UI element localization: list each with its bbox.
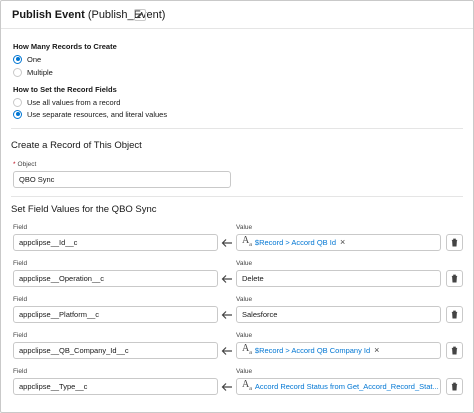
value-input[interactable]: Delete xyxy=(236,270,441,287)
field-label: Field xyxy=(13,368,28,375)
text-resource-icon: Aa xyxy=(242,343,252,356)
value-label: Value xyxy=(236,260,253,267)
value-label: Value xyxy=(236,296,253,303)
value-label: Value xyxy=(236,368,253,375)
element-label: Publish Event xyxy=(12,9,85,21)
text-resource-icon: Aa xyxy=(242,379,252,392)
field-value: appclipse__Id__c xyxy=(19,238,78,247)
edit-button[interactable] xyxy=(134,9,146,21)
arrow-left-icon xyxy=(221,347,232,355)
field-input[interactable]: appclipse__Operation__c xyxy=(13,270,218,287)
field-value: appclipse__Operation__c xyxy=(19,274,105,283)
field-value: appclipse__QB_Company_Id__c xyxy=(19,346,129,355)
trash-icon xyxy=(451,346,458,355)
field-input[interactable]: appclipse__Id__c xyxy=(13,234,218,251)
field-input[interactable]: appclipse__QB_Company_Id__c xyxy=(13,342,218,359)
radio-all-values[interactable]: Use all values from a record xyxy=(13,97,120,107)
radio-button[interactable] xyxy=(13,67,22,77)
delete-row-button[interactable] xyxy=(446,306,463,323)
radio-label: Use all values from a record xyxy=(27,97,121,107)
radio-label: One xyxy=(27,54,42,64)
delete-row-button[interactable] xyxy=(446,234,463,251)
delete-row-button[interactable] xyxy=(446,378,463,395)
field-values-title: Set Field Values for the QBO Sync xyxy=(11,204,157,215)
field-label: Field xyxy=(13,260,28,267)
editor-header: Publish Event (Publish_Event) xyxy=(1,1,473,29)
records-count-label: How Many Records to Create xyxy=(13,42,117,51)
value-input[interactable]: Aa $Record > Accord QB Id × xyxy=(236,234,441,251)
arrow-left-icon xyxy=(221,275,232,283)
delete-row-button[interactable] xyxy=(446,342,463,359)
create-record-title: Create a Record of This Object xyxy=(11,140,142,151)
delete-row-button[interactable] xyxy=(446,270,463,287)
text-resource-icon: Aa xyxy=(242,235,252,248)
literal-value: Delete xyxy=(242,274,264,283)
close-icon[interactable]: × xyxy=(374,346,379,355)
literal-value: Salesforce xyxy=(242,310,278,319)
radio-label: Multiple xyxy=(27,67,53,77)
field-input[interactable]: appclipse__Type__c xyxy=(13,378,218,395)
close-icon[interactable]: × xyxy=(340,238,345,247)
arrow-left-icon xyxy=(221,239,232,247)
element-api-name: (Publish_Event) xyxy=(87,9,166,21)
radio-button[interactable] xyxy=(13,54,22,64)
resource-value: Accord Record Status from Get_Accord_Rec… xyxy=(254,382,439,391)
divider xyxy=(11,128,463,129)
trash-icon xyxy=(451,238,458,247)
radio-one[interactable]: One xyxy=(13,54,41,64)
trash-icon xyxy=(451,382,458,391)
field-label: Field xyxy=(13,332,28,339)
radio-multiple[interactable]: Multiple xyxy=(13,67,53,77)
object-input[interactable]: QBO Sync xyxy=(13,171,231,188)
resource-pill[interactable]: Aa $Record > Accord QB Company Id × xyxy=(242,343,379,358)
value-input[interactable]: Aa Accord Record Status from Get_Accord_R… xyxy=(236,378,441,395)
pencil-icon xyxy=(136,12,143,19)
resource-pill[interactable]: Aa Accord Record Status from Get_Accord_R… xyxy=(242,379,440,394)
divider xyxy=(11,196,463,197)
field-value: appclipse__Type__c xyxy=(19,382,88,391)
resource-value: $Record > Accord QB Company Id xyxy=(254,346,371,355)
value-input[interactable]: Aa $Record > Accord QB Company Id × xyxy=(236,342,441,359)
value-label: Value xyxy=(236,224,253,231)
trash-icon xyxy=(451,310,458,319)
object-label: * Object xyxy=(13,161,37,168)
radio-label: Use separate resources, and literal valu… xyxy=(27,109,168,119)
trash-icon xyxy=(451,274,458,283)
arrow-left-icon xyxy=(221,383,232,391)
field-label: Field xyxy=(13,224,28,231)
resource-pill[interactable]: Aa $Record > Accord QB Id × xyxy=(242,235,345,250)
set-fields-label: How to Set the Record Fields xyxy=(13,85,117,94)
value-label: Value xyxy=(236,332,253,339)
field-input[interactable]: appclipse__Platform__c xyxy=(13,306,218,323)
object-value: QBO Sync xyxy=(19,175,55,184)
radio-separate-resources[interactable]: Use separate resources, and literal valu… xyxy=(13,109,167,119)
field-label: Field xyxy=(13,296,28,303)
resource-value: $Record > Accord QB Id xyxy=(254,238,336,247)
arrow-left-icon xyxy=(221,311,232,319)
field-value: appclipse__Platform__c xyxy=(19,310,100,319)
radio-button[interactable] xyxy=(13,109,22,119)
value-input[interactable]: Salesforce xyxy=(236,306,441,323)
radio-button[interactable] xyxy=(13,97,22,107)
